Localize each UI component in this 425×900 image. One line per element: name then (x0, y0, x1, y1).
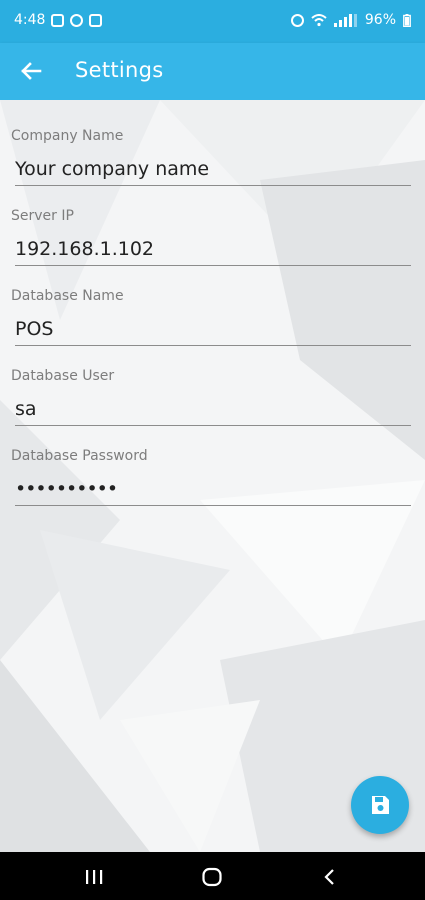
database-password-field: Database Password •••••••••• (11, 448, 411, 506)
chevron-left-icon (324, 869, 334, 885)
database-name-label: Database Name (11, 288, 124, 304)
app-bar: Settings (0, 43, 425, 100)
gallery-notification-icon (51, 13, 65, 27)
wifi-icon (311, 13, 327, 26)
company-name-input[interactable]: Your company name (15, 158, 411, 186)
whatsapp-notification-icon (70, 13, 84, 27)
status-right: 96% (290, 12, 411, 28)
database-user-field: Database User sa (11, 368, 411, 426)
page-title: Settings (75, 58, 164, 82)
recent-apps-button[interactable] (82, 866, 106, 888)
arrow-left-icon (21, 62, 42, 80)
navigation-bar (0, 852, 425, 900)
signal-icon (333, 13, 357, 27)
database-password-label: Database Password (11, 448, 148, 464)
battery-icon (403, 13, 411, 27)
recent-apps-icon (86, 870, 103, 884)
server-ip-field: Server IP 192.168.1.102 (11, 208, 411, 266)
battery-percent: 96% (364, 12, 396, 28)
messenger-notification-icon (89, 13, 103, 27)
company-name-label: Company Name (11, 128, 124, 144)
server-ip-label: Server IP (11, 208, 74, 224)
save-icon (372, 796, 389, 814)
settings-form: Company Name Your company name Server IP… (0, 100, 425, 852)
alarm-icon (290, 13, 304, 27)
home-button[interactable] (200, 866, 224, 888)
company-name-field: Company Name Your company name (11, 128, 411, 186)
database-user-label: Database User (11, 368, 115, 384)
database-name-field: Database Name POS (11, 288, 411, 346)
back-button[interactable] (16, 56, 46, 86)
database-name-input[interactable]: POS (15, 318, 411, 346)
save-button[interactable] (351, 776, 409, 834)
home-icon (202, 867, 222, 887)
status-left: 4:48 (14, 12, 103, 28)
database-password-input[interactable]: •••••••••• (15, 478, 411, 506)
status-bar: 4:48 96% (0, 0, 425, 43)
database-user-input[interactable]: sa (15, 398, 411, 426)
back-nav-button[interactable] (318, 866, 342, 888)
status-time: 4:48 (14, 12, 46, 28)
server-ip-input[interactable]: 192.168.1.102 (15, 238, 411, 266)
